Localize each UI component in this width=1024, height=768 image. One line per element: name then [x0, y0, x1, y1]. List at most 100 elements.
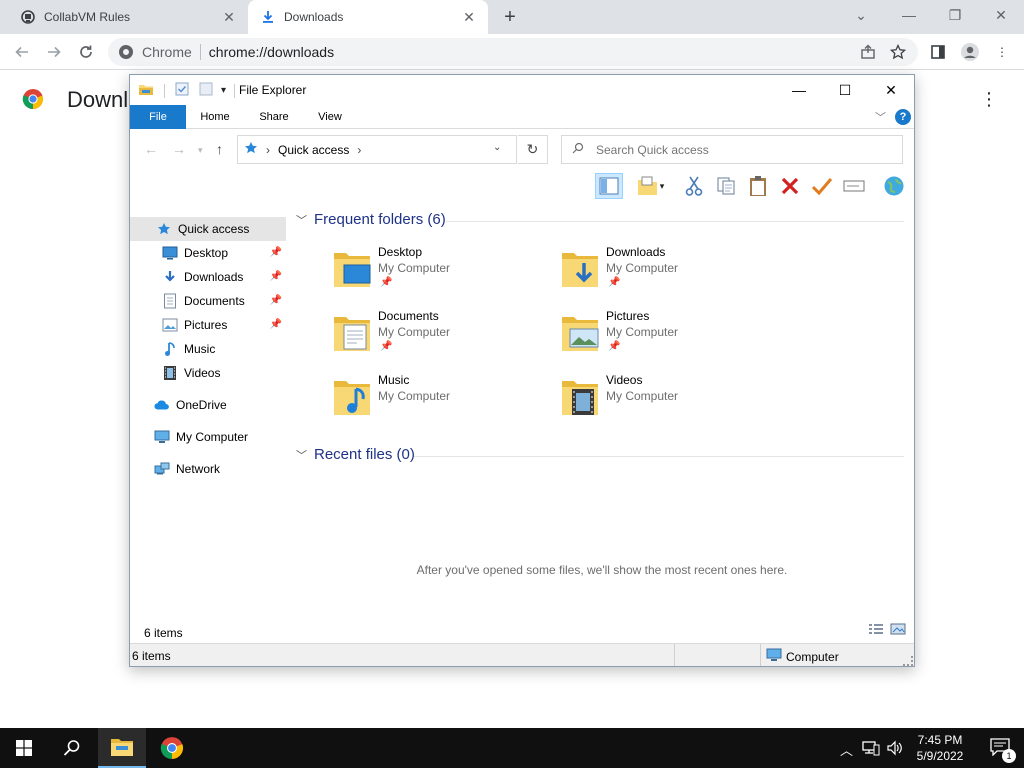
- sidebar-item-desktop[interactable]: Desktop 📌: [130, 241, 286, 265]
- address-dropdown-icon[interactable]: ⌄: [493, 142, 501, 153]
- page-menu-icon[interactable]: ⋮: [980, 89, 998, 110]
- help-icon[interactable]: ?: [895, 109, 911, 125]
- tab-share[interactable]: Share: [252, 105, 296, 129]
- chevron-down-icon[interactable]: ﹀: [875, 109, 886, 125]
- delete-icon[interactable]: [776, 173, 804, 199]
- menu-kebab-icon[interactable]: ⋮: [990, 40, 1014, 64]
- folder-tile-documents[interactable]: Documents My Computer 📌: [332, 309, 552, 365]
- minimize-button[interactable]: —: [886, 0, 932, 30]
- chevron-up-icon[interactable]: ︿: [840, 740, 853, 759]
- sidebar-item-pictures[interactable]: Pictures 📌: [130, 313, 286, 337]
- start-button[interactable]: [0, 728, 48, 768]
- preview-pane-icon[interactable]: [595, 173, 623, 199]
- folder-name: Desktop: [378, 245, 423, 259]
- recent-files-header[interactable]: ﹀ Recent files (0): [296, 446, 415, 463]
- status-location-label: Computer: [786, 649, 839, 664]
- tab-home[interactable]: Home: [192, 105, 238, 129]
- explorer-close-button[interactable]: ✕: [868, 75, 914, 105]
- close-icon[interactable]: ✕: [458, 6, 480, 28]
- sidebar-item-downloads[interactable]: Downloads 📌: [130, 265, 286, 289]
- chrome-icon: [160, 737, 184, 759]
- folder-tile-desktop[interactable]: Desktop My Computer 📌: [332, 245, 552, 301]
- new-item-dropdown-icon[interactable]: ▾: [656, 173, 668, 199]
- folder-tile-pictures[interactable]: Pictures My Computer 📌: [560, 309, 780, 365]
- explorer-minimize-button[interactable]: —: [776, 75, 822, 105]
- sidebar-item-label: Documents: [184, 294, 245, 308]
- scheme-label: Chrome: [142, 44, 192, 60]
- cut-icon[interactable]: [680, 173, 708, 199]
- qat-dropdown-icon[interactable]: ▾: [221, 85, 226, 96]
- quick-access-toolbar: ▾: [138, 81, 236, 100]
- system-clock[interactable]: 7:45 PM 5/9/2022: [912, 732, 968, 764]
- tab-view[interactable]: View: [310, 105, 350, 129]
- pin-icon[interactable]: 📌: [270, 247, 282, 258]
- back-button[interactable]: [10, 40, 34, 64]
- new-tab-button[interactable]: +: [498, 5, 522, 29]
- forward-button[interactable]: [42, 40, 66, 64]
- folder-tile-music[interactable]: Music My Computer: [332, 373, 552, 429]
- tab-file[interactable]: File: [130, 105, 186, 129]
- sidebar-item-my-computer[interactable]: My Computer: [130, 425, 286, 449]
- sidebar-item-quick-access[interactable]: Quick access: [130, 217, 286, 241]
- breadcrumb-separator[interactable]: ›: [357, 143, 361, 157]
- copy-icon[interactable]: [712, 173, 740, 199]
- explorer-address-bar[interactable]: › Quick access ›: [237, 135, 517, 164]
- explorer-maximize-button[interactable]: ☐: [822, 75, 868, 105]
- pin-icon[interactable]: 📌: [270, 271, 282, 282]
- details-view-icon[interactable]: [868, 623, 884, 638]
- tab-search-icon[interactable]: ⌄: [838, 0, 884, 30]
- checkmark-icon[interactable]: [808, 173, 836, 199]
- sidebar-item-music[interactable]: Music: [130, 337, 286, 361]
- rename-icon[interactable]: [840, 173, 868, 199]
- tab-downloads[interactable]: Downloads ✕: [248, 0, 488, 34]
- chevron-down-icon[interactable]: ﹀: [296, 447, 307, 463]
- close-window-button[interactable]: ✕: [978, 0, 1024, 30]
- star-icon: [156, 221, 172, 237]
- up-arrow-icon[interactable]: ↑: [216, 141, 223, 157]
- large-icons-view-icon[interactable]: [890, 623, 906, 638]
- search-input[interactable]: [596, 142, 876, 157]
- breadcrumb[interactable]: Quick access: [278, 143, 349, 157]
- folder-tile-downloads[interactable]: Downloads My Computer 📌: [560, 245, 780, 301]
- frequent-folders-header[interactable]: ﹀ Frequent folders (6): [296, 211, 446, 228]
- bookmark-star-icon[interactable]: [886, 40, 910, 64]
- search-button[interactable]: [48, 728, 96, 768]
- clock-date: 5/9/2022: [916, 749, 964, 763]
- network-status-icon[interactable]: [862, 740, 880, 759]
- resize-grip[interactable]: [903, 656, 913, 666]
- restore-button[interactable]: ❐: [932, 0, 978, 30]
- volume-icon[interactable]: [886, 740, 904, 759]
- pin-icon[interactable]: 📌: [270, 295, 282, 306]
- side-panel-icon[interactable]: [926, 40, 950, 64]
- recent-locations-icon[interactable]: ▾: [198, 145, 203, 156]
- refresh-button[interactable]: ↻: [518, 135, 548, 164]
- sidebar-item-documents[interactable]: Documents 📌: [130, 289, 286, 313]
- forward-arrow-icon[interactable]: →: [172, 141, 186, 157]
- folder-app-icon: [138, 81, 154, 100]
- folder-location: My Computer: [606, 261, 679, 275]
- pictures-folder-icon: [560, 311, 600, 353]
- address-bar[interactable]: Chrome chrome://downloads: [108, 38, 918, 66]
- folder-tile-videos[interactable]: Videos My Computer: [560, 373, 780, 429]
- reload-button[interactable]: [74, 40, 98, 64]
- profile-avatar-icon[interactable]: [958, 40, 982, 64]
- paste-icon[interactable]: [744, 173, 772, 199]
- chevron-down-icon[interactable]: ﹀: [296, 212, 307, 228]
- globe-icon[interactable]: [880, 173, 908, 199]
- taskbar-file-explorer[interactable]: [98, 728, 146, 768]
- notification-center-button[interactable]: 1: [976, 728, 1024, 768]
- sidebar-item-videos[interactable]: Videos: [130, 361, 286, 385]
- taskbar-chrome[interactable]: [148, 728, 196, 768]
- tab-collabvm-rules[interactable]: CollabVM Rules ✕: [8, 0, 248, 34]
- breadcrumb-separator: ›: [266, 142, 270, 157]
- share-icon[interactable]: [856, 40, 880, 64]
- pin-icon[interactable]: 📌: [270, 319, 282, 330]
- sidebar-item-onedrive[interactable]: OneDrive: [130, 393, 286, 417]
- new-folder-icon[interactable]: [199, 82, 213, 99]
- sidebar-item-network[interactable]: Network: [130, 457, 286, 481]
- back-arrow-icon[interactable]: ←: [144, 141, 158, 157]
- close-icon[interactable]: ✕: [218, 6, 240, 28]
- search-box[interactable]: [561, 135, 903, 164]
- properties-icon[interactable]: [175, 82, 189, 99]
- ribbon-tabs: File Home Share View ﹀ ?: [130, 105, 914, 129]
